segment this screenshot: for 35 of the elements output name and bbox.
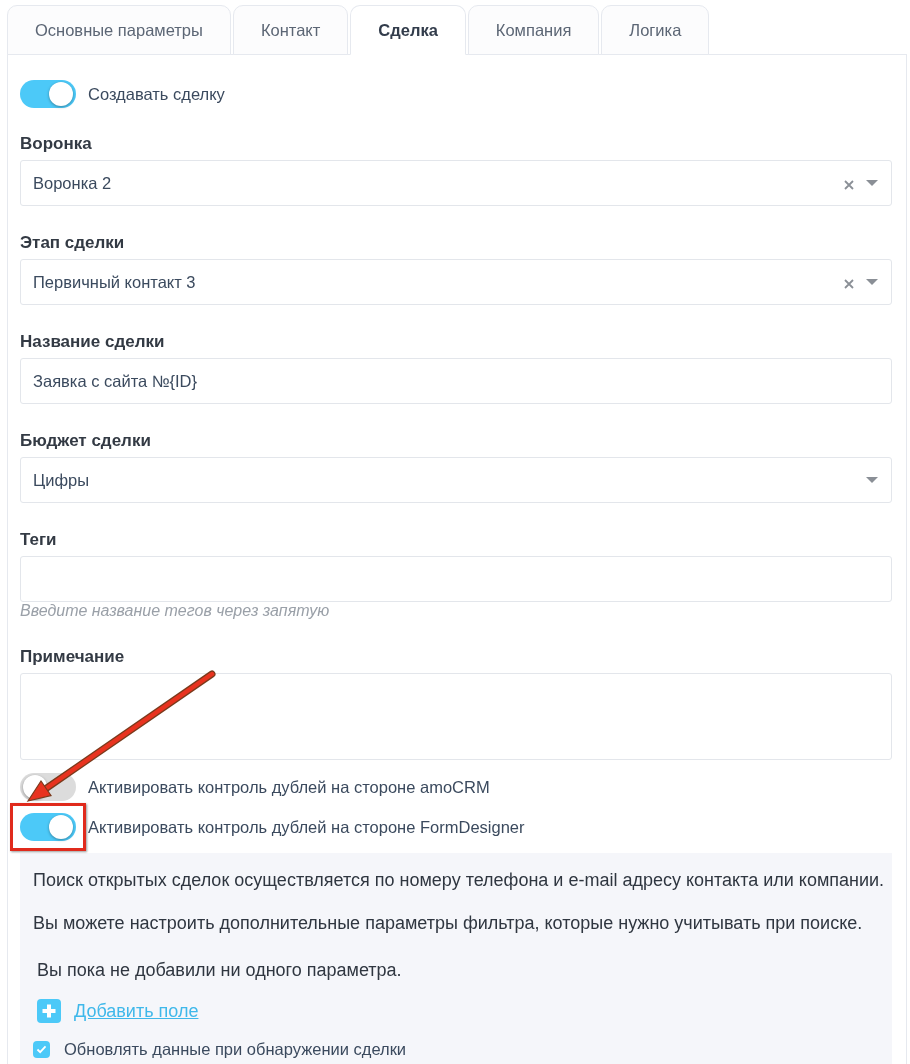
field-hint: Введите название тегов через запятую [20, 602, 331, 620]
toggle-label: Активировать контроль дублей на стороне FormDesigner [88, 816, 525, 838]
checkbox[interactable] [33, 1040, 50, 1058]
caret-icon [866, 279, 878, 285]
select-field[interactable]: Воронка 2 [20, 160, 892, 206]
clear-icon[interactable] [844, 279, 854, 289]
toggle-label: Создавать сделку [88, 83, 225, 105]
toggle-switch[interactable] [20, 80, 76, 108]
empty-note: Вы пока не добавили ни одного параметра. [37, 959, 403, 982]
info-paragraph: Вы можете настроить дополнительные параметры фильтра, которые нужно учитывать при поиске. [33, 912, 864, 935]
checkbox-label: Обновлять данные при обнаружении сделки [64, 1039, 407, 1059]
field-label: Этап сделки [20, 232, 126, 254]
tab[interactable]: Контакт [232, 5, 349, 55]
plus-icon[interactable] [37, 999, 61, 1023]
toggle-switch[interactable] [20, 813, 76, 841]
caret-icon [866, 180, 878, 186]
text-input[interactable]: Заявка с сайта №{ID} [20, 358, 892, 404]
checkmark-icon [36, 1044, 47, 1054]
field-label: Бюджет сделки [20, 430, 152, 452]
textarea-field[interactable] [20, 673, 892, 760]
field-label: Примечание [20, 646, 126, 668]
select-field[interactable]: Первичный контакт 3 [20, 259, 892, 305]
info-paragraph: Поиск открытых сделок осуществляется по номеру телефона и e-mail адресу контакта или компании. [33, 869, 886, 892]
select-field[interactable]: Цифры [20, 457, 892, 503]
text-input[interactable] [20, 556, 892, 602]
field-label: Название сделки [20, 331, 166, 353]
tab[interactable]: Сделка [350, 5, 466, 55]
tab[interactable]: Логика [601, 5, 710, 55]
toggle-label: Активировать контроль дублей на стороне amoCRM [88, 776, 490, 798]
caret-icon [866, 477, 878, 483]
tab[interactable]: Компания [467, 5, 600, 55]
field-label: Воронка [20, 133, 93, 155]
clear-icon[interactable] [844, 180, 854, 190]
tab[interactable]: Основные параметры [7, 5, 231, 55]
field-label: Теги [20, 529, 58, 551]
